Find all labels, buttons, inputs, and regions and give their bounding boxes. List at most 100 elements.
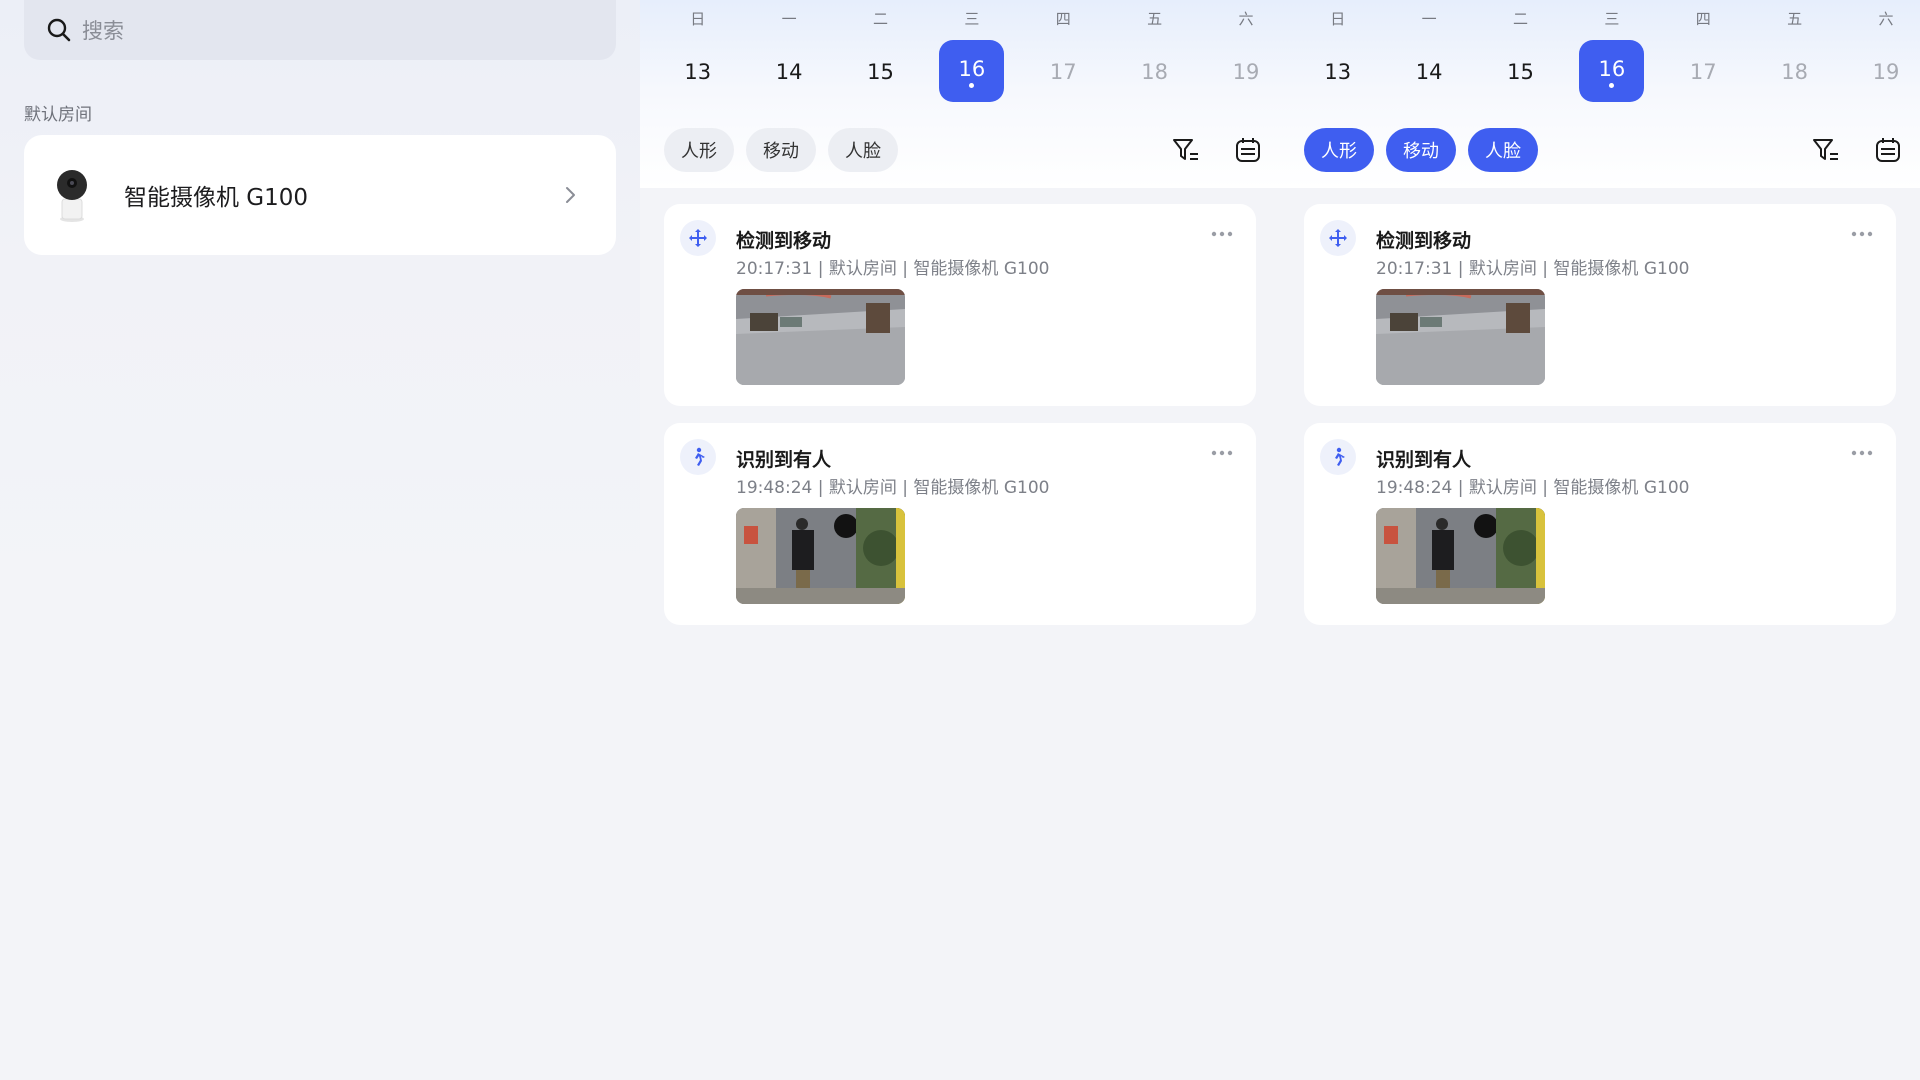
date-cell[interactable]: 17	[1658, 40, 1749, 104]
filter-chip-human-shape[interactable]: 人形	[1304, 128, 1374, 172]
event-meta: 19:48:24 | 默认房间 | 智能摄像机 G100	[736, 478, 1050, 498]
calendar-icon[interactable]	[1232, 134, 1264, 166]
weekday-label: 日	[690, 10, 706, 28]
event-meta: 20:17:31 | 默认房间 | 智能摄像机 G100	[1376, 259, 1690, 279]
more-icon[interactable]	[1210, 449, 1234, 457]
date-cell-selected[interactable]: 16	[926, 40, 1017, 104]
person-walking-icon	[1335, 447, 1345, 466]
weekday-label: 六	[1878, 10, 1894, 28]
event-card[interactable]: 检测到移动 20:17:31 | 默认房间 | 智能摄像机 G100	[1304, 204, 1896, 406]
date-cell[interactable]: 15	[1475, 40, 1566, 104]
filter-chip-motion[interactable]: 移动	[1386, 128, 1456, 172]
filter-chip-face[interactable]: 人脸	[828, 128, 898, 172]
weekday-label: 二	[1512, 10, 1528, 28]
date-number: 17	[1049, 60, 1077, 84]
device-name: 智能摄像机 G100	[124, 185, 309, 211]
date-cell-selected[interactable]: 16	[1566, 40, 1657, 104]
device-card[interactable]: 智能摄像机 G100	[24, 135, 616, 255]
event-title: 识别到有人	[1376, 449, 1472, 471]
event-snapshot[interactable]	[736, 508, 905, 604]
event-meta: 20:17:31 | 默认房间 | 智能摄像机 G100	[736, 259, 1050, 279]
date-number: 13	[684, 60, 712, 84]
filter-bar: 人形 移动 人脸	[1304, 128, 1904, 172]
panel-header: 日 一 二 三 四 五 六 13 14 15 16 17 18 19 人形 移动…	[640, 0, 1280, 188]
event-snapshot[interactable]	[1376, 289, 1545, 385]
date-number: 17	[1689, 60, 1717, 84]
date-cell[interactable]: 15	[835, 40, 926, 104]
date-cell[interactable]: 14	[1383, 40, 1474, 104]
event-panel-1: 日 一 二 三 四 五 六 13 14 15 16 17 18 19 人形 移动…	[640, 0, 1280, 1080]
weekday-label: 五	[1147, 10, 1163, 28]
weekday-label: 四	[1055, 10, 1071, 28]
event-type-badge	[680, 220, 716, 256]
camera-icon	[57, 170, 87, 222]
date-number: 18	[1781, 60, 1809, 84]
event-panel-2: 日 一 二 三 四 五 六 13 14 15 16 17 18 19 人形 移动…	[1280, 0, 1920, 1080]
date-number: 19	[1872, 60, 1900, 84]
filter-bar: 人形 移动 人脸	[664, 128, 1264, 172]
event-card[interactable]: 识别到有人 19:48:24 | 默认房间 | 智能摄像机 G100	[1304, 423, 1896, 625]
more-icon[interactable]	[1210, 230, 1234, 238]
filter-chip-motion[interactable]: 移动	[746, 128, 816, 172]
event-snapshot[interactable]	[1376, 508, 1545, 604]
date-cell[interactable]: 17	[1018, 40, 1109, 104]
date-number: 16	[1598, 56, 1626, 81]
weekday-label: 五	[1787, 10, 1803, 28]
weekday-label: 四	[1695, 10, 1711, 28]
date-cell[interactable]: 13	[652, 40, 743, 104]
more-icon[interactable]	[1850, 449, 1874, 457]
has-events-dot	[969, 82, 975, 88]
chevron-right-icon	[566, 187, 575, 203]
date-number: 15	[867, 60, 894, 84]
date-number: 15	[1507, 60, 1534, 84]
event-card[interactable]: 检测到移动 20:17:31 | 默认房间 | 智能摄像机 G100	[664, 204, 1256, 406]
weekday-label: 日	[1330, 10, 1346, 28]
date-cell[interactable]: 18	[1749, 40, 1840, 104]
event-title: 检测到移动	[736, 230, 832, 252]
filter-icon[interactable]	[1810, 134, 1842, 166]
weekday-label: 二	[872, 10, 888, 28]
filter-chip-face[interactable]: 人脸	[1468, 128, 1538, 172]
search-placeholder: 搜索	[82, 19, 124, 43]
filter-icon[interactable]	[1170, 134, 1202, 166]
search-icon	[47, 18, 71, 42]
event-type-badge	[680, 439, 716, 475]
person-walking-icon	[695, 447, 705, 466]
date-number: 13	[1324, 60, 1352, 84]
date-number: 14	[775, 60, 803, 84]
weekday-row: 日 一 二 三 四 五 六	[1292, 8, 1920, 29]
weekday-label: 六	[1238, 10, 1254, 28]
calendar-icon[interactable]	[1872, 134, 1904, 166]
date-cell[interactable]: 13	[1292, 40, 1383, 104]
date-number: 19	[1232, 60, 1260, 84]
event-card[interactable]: 识别到有人 19:48:24 | 默认房间 | 智能摄像机 G100	[664, 423, 1256, 625]
move-icon	[689, 229, 707, 247]
filter-chip-human-shape[interactable]: 人形	[664, 128, 734, 172]
event-meta: 19:48:24 | 默认房间 | 智能摄像机 G100	[1376, 478, 1690, 498]
weekday-label: 三	[1604, 10, 1620, 28]
date-number: 14	[1415, 60, 1443, 84]
move-icon	[1329, 229, 1347, 247]
event-title: 检测到移动	[1376, 230, 1472, 252]
room-label: 默认房间	[24, 105, 92, 125]
event-snapshot[interactable]	[736, 289, 905, 385]
date-cell[interactable]: 14	[743, 40, 834, 104]
event-type-badge	[1320, 439, 1356, 475]
more-icon[interactable]	[1850, 230, 1874, 238]
date-cell[interactable]: 19	[1200, 40, 1291, 104]
event-type-badge	[1320, 220, 1356, 256]
event-title: 识别到有人	[736, 449, 832, 471]
weekday-row: 日 一 二 三 四 五 六	[652, 8, 1292, 29]
weekday-label: 一	[781, 10, 797, 28]
has-events-dot	[1609, 82, 1615, 88]
search-input[interactable]: 搜索	[24, 0, 616, 60]
weekday-label: 三	[964, 10, 980, 28]
date-cell[interactable]: 18	[1109, 40, 1200, 104]
date-row: 13 14 15 16 17 18 19	[1292, 40, 1920, 104]
date-number: 18	[1141, 60, 1169, 84]
date-cell[interactable]: 19	[1840, 40, 1920, 104]
device-sidebar: 搜索 默认房间 智能摄像机 G100	[0, 0, 640, 1080]
date-number: 16	[958, 56, 986, 81]
date-row: 13 14 15 16 17 18 19	[652, 40, 1292, 104]
weekday-label: 一	[1421, 10, 1437, 28]
